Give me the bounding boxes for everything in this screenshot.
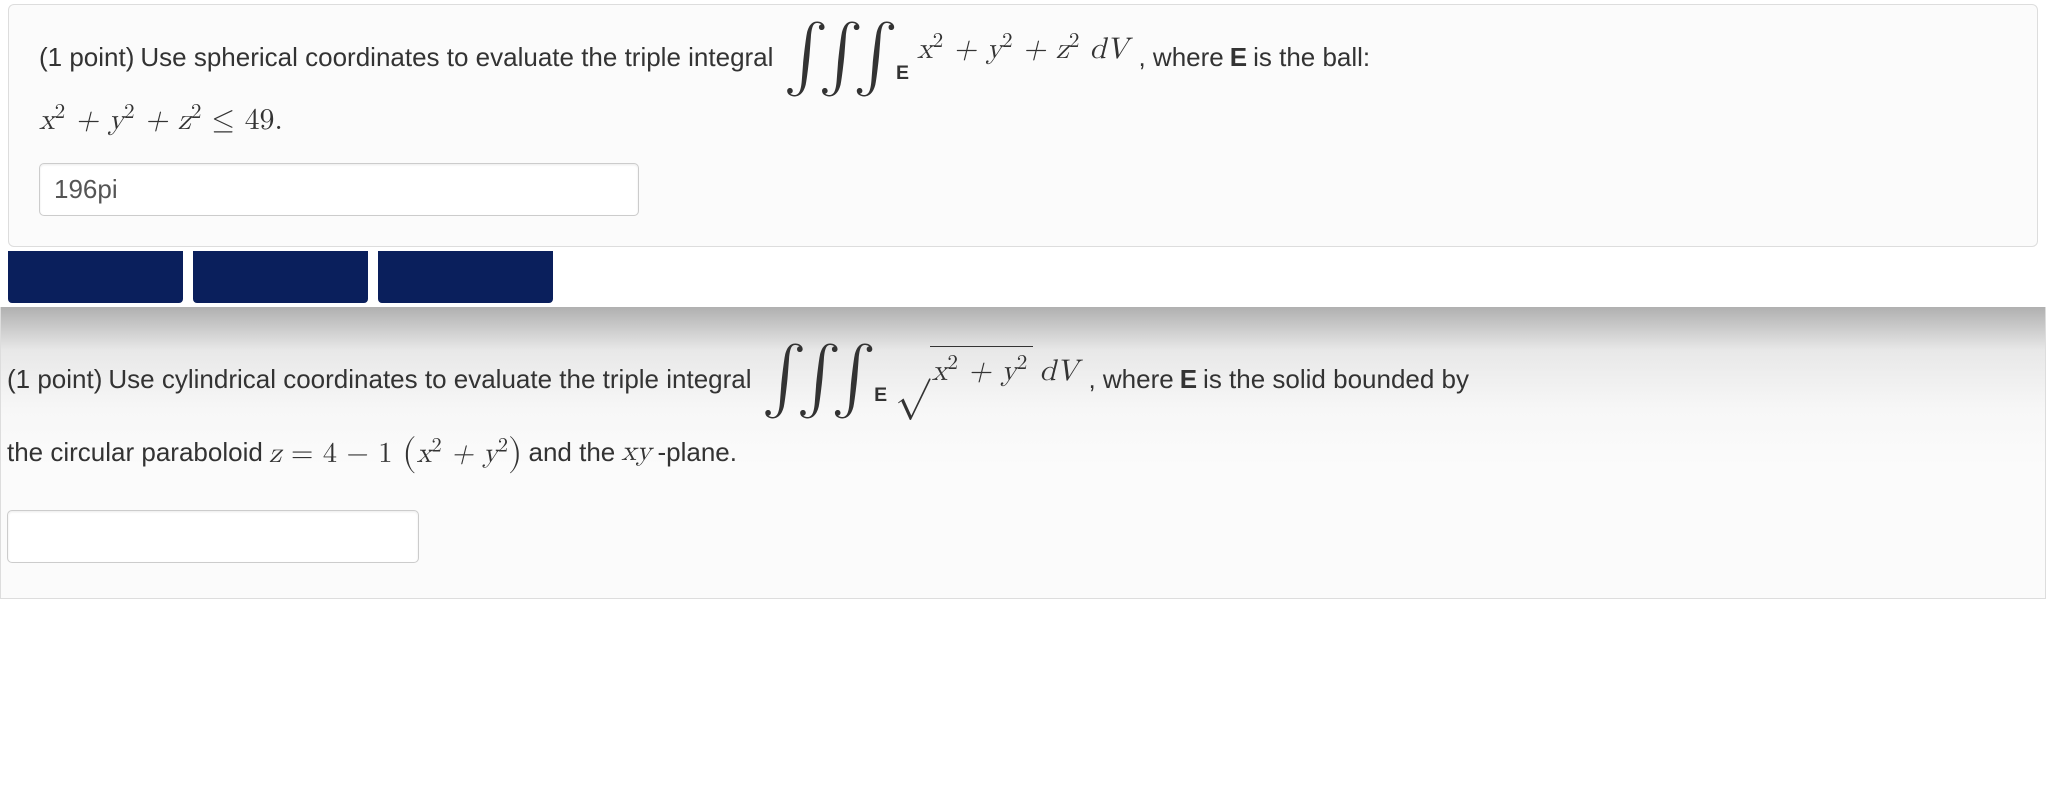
prompt-after-2: is the ball: xyxy=(1253,38,1370,77)
prompt-text-before-2: Use cylindrical coordinates to evaluate … xyxy=(108,360,751,399)
xy-text: xy xyxy=(621,431,651,474)
prompt-after-2b: is the solid bounded by xyxy=(1203,360,1469,399)
integrand-1: x2 + y2 + z2 dV xyxy=(917,27,1128,72)
nav-tab-2[interactable] xyxy=(193,251,368,303)
radical-icon: √ xyxy=(895,358,930,379)
integral-subscript: E xyxy=(896,59,909,88)
region-name-bold: E xyxy=(1230,38,1247,77)
integral-sign-icon-2: ∫∫∫ xyxy=(762,352,866,406)
line2-after: and the xyxy=(529,433,616,472)
prompt-text-before: Use spherical coordinates to evaluate th… xyxy=(140,38,773,77)
problem-2-prompt: (1 point) Use cylindrical coordinates to… xyxy=(7,352,2025,406)
points-label-2: (1 point) xyxy=(7,360,102,399)
integral-subscript-2: E xyxy=(874,381,887,410)
line2-before: the circular paraboloid xyxy=(7,433,263,472)
tab-bar xyxy=(0,251,2046,307)
answer-input-2[interactable] xyxy=(7,510,419,563)
problem-1-panel: (1 point) Use spherical coordinates to e… xyxy=(8,4,2038,247)
dV: dV xyxy=(1039,349,1078,394)
sqrt-expression: √ x2 + y2 xyxy=(895,346,1033,394)
paraboloid-eq: z = 4 − 1 (x2 + y2) xyxy=(269,424,523,480)
prompt-after-1b: , where xyxy=(1088,360,1173,399)
triple-integral-2: ∫∫∫ E √ x2 + y2 dV xyxy=(762,352,1079,406)
radicand: x2 + y2 xyxy=(930,346,1034,394)
problem-2-panel: (1 point) Use cylindrical coordinates to… xyxy=(0,307,2046,599)
integral-sign-icon: ∫∫∫ xyxy=(783,30,887,84)
prompt-after-1: , where xyxy=(1138,38,1223,77)
problem-2-line2: the circular paraboloid z = 4 − 1 (x2 + … xyxy=(7,424,2025,480)
constraint-1: x2 + y2 + z2 ≤ 49. xyxy=(39,102,2007,138)
nav-tab-3[interactable] xyxy=(378,251,553,303)
points-label: (1 point) xyxy=(39,38,134,77)
region-name-bold-2: E xyxy=(1180,360,1197,399)
nav-tab-1[interactable] xyxy=(8,251,183,303)
answer-input-1[interactable] xyxy=(39,163,639,216)
problem-1-prompt: (1 point) Use spherical coordinates to e… xyxy=(39,30,2007,84)
plane-text: -plane. xyxy=(657,433,737,472)
triple-integral-1: ∫∫∫ E x2 + y2 + z2 dV xyxy=(783,30,1128,84)
